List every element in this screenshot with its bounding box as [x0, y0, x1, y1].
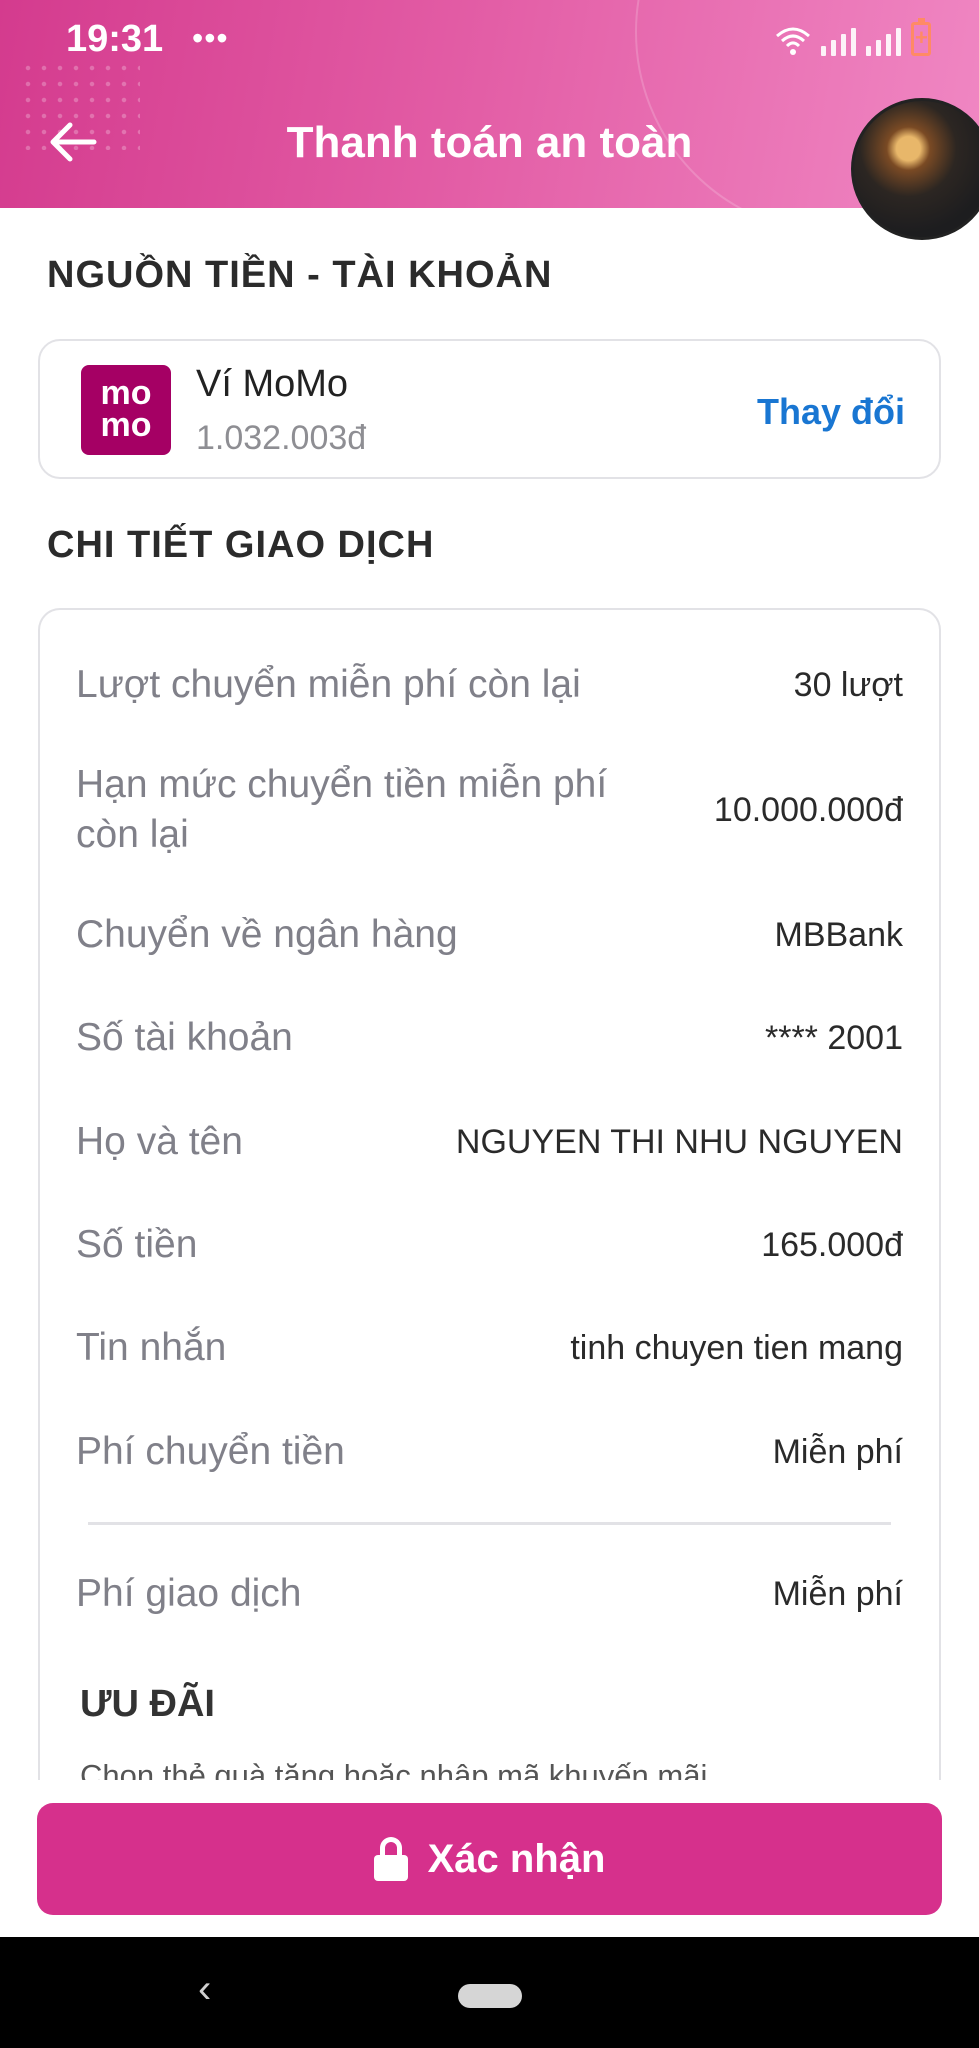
detail-label: Số tài khoản [76, 1016, 293, 1059]
detail-row-amount: Số tiền 165.000đ [76, 1220, 903, 1270]
app-header: 19:31 ••• Thanh toán an toàn [0, 0, 979, 208]
momo-logo-bottom: mo [100, 406, 152, 444]
confirm-button[interactable]: Xác nhận [37, 1803, 942, 1915]
confirm-button-label: Xác nhận [427, 1836, 606, 1881]
status-time: 19:31 [66, 18, 164, 60]
divider [88, 1522, 891, 1525]
status-icons [775, 18, 931, 56]
wallet-name: Ví MoMo [196, 363, 349, 405]
detail-label: Phí chuyển tiền [76, 1430, 345, 1473]
avatar[interactable] [851, 98, 979, 240]
detail-row-message: Tin nhắn tinh chuyen tien mang [76, 1323, 903, 1373]
detail-row-free-limit: Hạn mức chuyển tiền miễn phí còn lại 10.… [76, 760, 903, 860]
details-section-title: CHI TIẾT GIAO DỊCH [47, 524, 435, 566]
wallet-balance: 1.032.003đ [196, 419, 367, 457]
signal-icon-2 [866, 26, 901, 56]
detail-label: Hạn mức chuyển tiền miễn phí còn lại [76, 763, 608, 856]
transaction-details-card: Lượt chuyển miễn phí còn lại 30 lượt Hạn… [38, 608, 941, 1908]
signal-icon [821, 26, 856, 56]
detail-value: Miễn phí [772, 1432, 903, 1471]
detail-row-account-number: Số tài khoản **** 2001 [76, 1013, 903, 1063]
detail-label: Lượt chuyển miễn phí còn lại [76, 663, 581, 706]
detail-row-free-transfers: Lượt chuyển miễn phí còn lại 30 lượt [76, 660, 903, 710]
detail-label: Họ và tên [76, 1120, 243, 1163]
system-nav-bar: ‹ [0, 1937, 979, 2048]
change-source-button[interactable]: Thay đổi [757, 391, 905, 433]
detail-label: Phí giao dịch [76, 1572, 302, 1615]
page-title: Thanh toán an toàn [286, 118, 693, 167]
detail-row-full-name: Họ và tên NGUYEN THI NHU NGUYEN [76, 1117, 903, 1167]
momo-logo: mo mo [81, 365, 171, 455]
detail-value: tinh chuyen tien mang [570, 1328, 903, 1367]
nav-home-pill[interactable] [458, 1984, 522, 2008]
payment-source-card: mo mo Ví MoMo 1.032.003đ Thay đổi [38, 339, 941, 479]
battery-icon [911, 18, 931, 56]
detail-value: 165.000đ [761, 1225, 903, 1264]
detail-value: **** 2001 [764, 1018, 903, 1057]
detail-row-transaction-fee: Phí giao dịch Miễn phí [76, 1569, 903, 1619]
detail-row-transfer-fee: Phí chuyển tiền Miễn phí [76, 1427, 903, 1477]
promo-title: ƯU ĐÃI [80, 1683, 215, 1725]
momo-logo-top: mo [100, 374, 152, 412]
nav-back-icon[interactable]: ‹ [198, 1967, 211, 2012]
detail-value: 30 lượt [793, 665, 903, 704]
detail-value: NGUYEN THI NHU NGUYEN [455, 1122, 903, 1161]
detail-value: 10.000.000đ [713, 790, 903, 829]
detail-label: Tin nhắn [76, 1326, 227, 1369]
detail-value: Miễn phí [772, 1574, 903, 1613]
detail-value: MBBank [774, 915, 904, 954]
detail-label: Chuyển về ngân hàng [76, 913, 458, 956]
detail-label: Số tiền [76, 1223, 198, 1266]
lock-icon [373, 1837, 408, 1881]
detail-row-bank: Chuyển về ngân hàng MBBank [76, 910, 903, 960]
status-notification-dots: ••• [192, 20, 229, 56]
source-section-title: NGUỒN TIỀN - TÀI KHOẢN [47, 254, 553, 296]
wifi-icon [776, 27, 810, 55]
